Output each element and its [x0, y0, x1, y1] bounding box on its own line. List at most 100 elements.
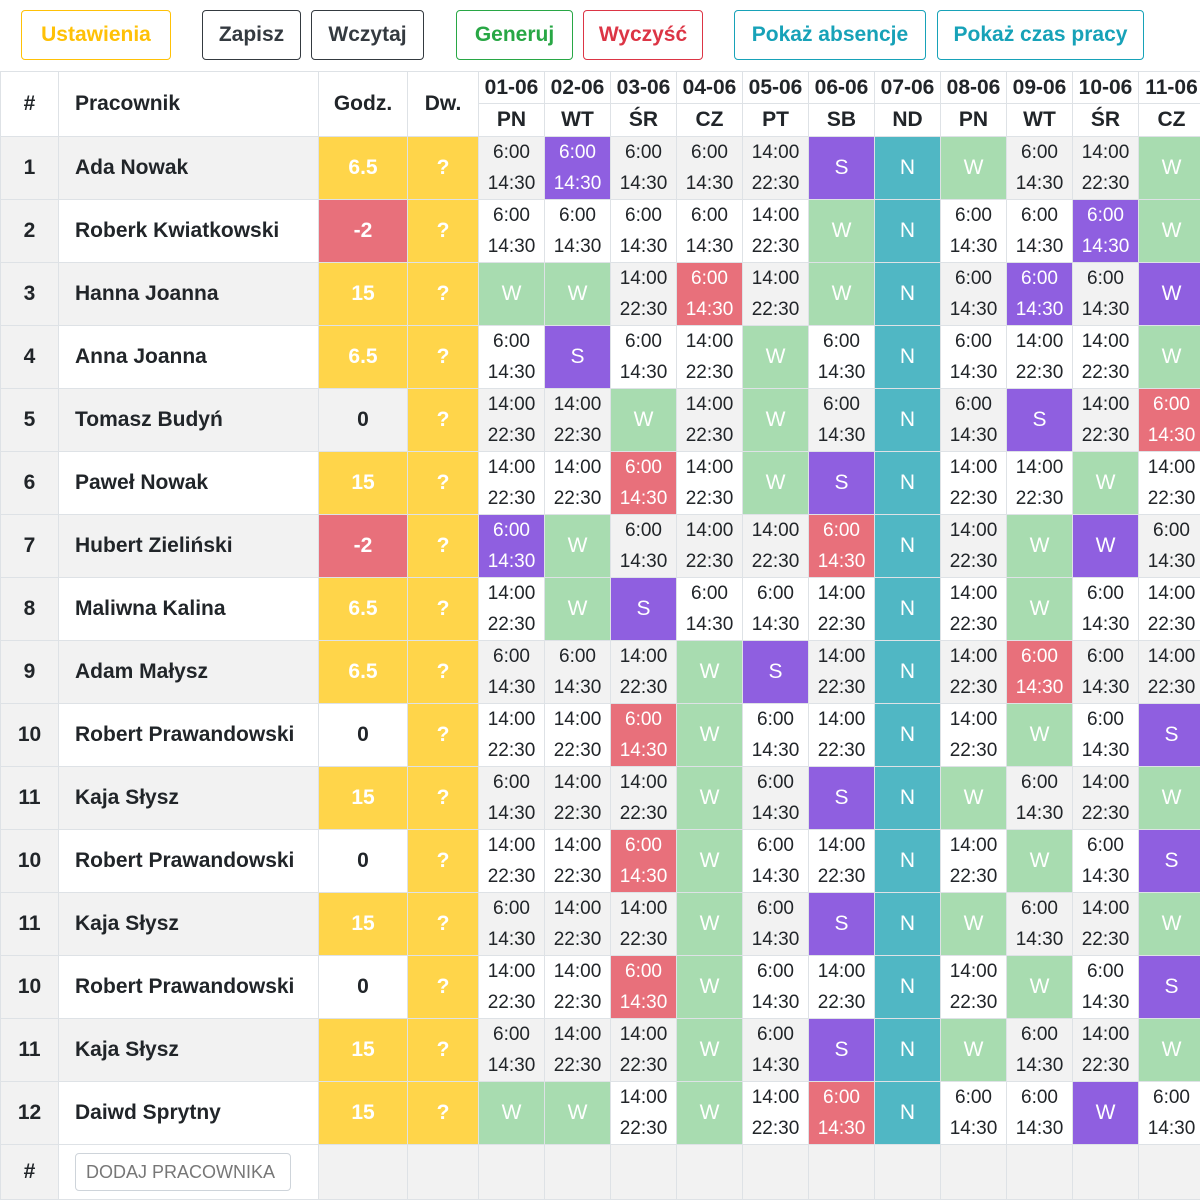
- shift-cell[interactable]: 6:00 14:30: [1006, 1081, 1073, 1145]
- day-off-cell[interactable]: W: [676, 1018, 743, 1082]
- shift-cell[interactable]: 6:00 14:30: [808, 1081, 875, 1145]
- dw-value[interactable]: ?: [407, 514, 479, 578]
- shift-cell[interactable]: 6:00 14:30: [676, 262, 743, 326]
- shift-cell[interactable]: 14:00 22:30: [940, 451, 1007, 515]
- shift-cell[interactable]: 14:00 22:30: [940, 640, 1007, 704]
- employee-name[interactable]: Kaja Słysz: [58, 892, 319, 956]
- day-off-cell[interactable]: W: [1138, 199, 1200, 263]
- load-button[interactable]: Wczytaj: [311, 10, 424, 60]
- shift-cell[interactable]: 14:00 22:30: [808, 955, 875, 1019]
- shift-cell[interactable]: 14:00 22:30: [940, 955, 1007, 1019]
- saturday-cell[interactable]: S: [808, 1018, 875, 1082]
- dw-value[interactable]: ?: [407, 892, 479, 956]
- employee-name[interactable]: Roberk Kwiatkowski: [58, 199, 319, 263]
- shift-cell[interactable]: 14:00 22:30: [610, 1018, 677, 1082]
- dw-value[interactable]: ?: [407, 577, 479, 641]
- saturday-cell[interactable]: S: [1138, 703, 1200, 767]
- shift-cell[interactable]: 14:00 22:30: [676, 325, 743, 389]
- shift-cell[interactable]: 6:00 14:30: [1006, 262, 1073, 326]
- day-off-cell[interactable]: W: [544, 577, 611, 641]
- shift-cell[interactable]: 14:00 22:30: [1072, 325, 1139, 389]
- saturday-cell[interactable]: S: [1006, 388, 1073, 452]
- shift-cell[interactable]: 6:00 14:30: [478, 136, 545, 200]
- shift-cell[interactable]: 14:00 22:30: [544, 451, 611, 515]
- shift-cell[interactable]: 14:00 22:30: [808, 640, 875, 704]
- shift-cell[interactable]: 14:00 22:30: [742, 1081, 809, 1145]
- saturday-cell[interactable]: S: [1138, 955, 1200, 1019]
- saturday-cell[interactable]: S: [742, 640, 809, 704]
- shift-cell[interactable]: 6:00 14:30: [610, 199, 677, 263]
- day-off-cell[interactable]: W: [676, 640, 743, 704]
- saturday-cell[interactable]: S: [808, 136, 875, 200]
- shift-cell[interactable]: 6:00 14:30: [1072, 577, 1139, 641]
- shift-cell[interactable]: 14:00 22:30: [676, 451, 743, 515]
- day-off-cell[interactable]: W: [676, 1081, 743, 1145]
- shift-cell[interactable]: 14:00 22:30: [1072, 388, 1139, 452]
- clear-button[interactable]: Wyczyść: [583, 10, 703, 60]
- dw-value[interactable]: ?: [407, 703, 479, 767]
- shift-cell[interactable]: 6:00 14:30: [544, 199, 611, 263]
- shift-cell[interactable]: 6:00 14:30: [610, 136, 677, 200]
- shift-cell[interactable]: 14:00 22:30: [808, 577, 875, 641]
- employee-name[interactable]: Ada Nowak: [58, 136, 319, 200]
- shift-cell[interactable]: 14:00 22:30: [544, 892, 611, 956]
- shift-cell[interactable]: 14:00 22:30: [742, 514, 809, 578]
- employee-name[interactable]: Adam Małysz: [58, 640, 319, 704]
- shift-cell[interactable]: 14:00 22:30: [676, 388, 743, 452]
- dw-value[interactable]: ?: [407, 388, 479, 452]
- shift-cell[interactable]: 6:00 14:30: [742, 955, 809, 1019]
- employee-name[interactable]: Hanna Joanna: [58, 262, 319, 326]
- saturday-cell[interactable]: S: [610, 577, 677, 641]
- shift-cell[interactable]: 14:00 22:30: [676, 514, 743, 578]
- shift-cell[interactable]: 14:00 22:30: [478, 955, 545, 1019]
- shift-cell[interactable]: 6:00 14:30: [676, 199, 743, 263]
- shift-cell[interactable]: 6:00 14:30: [610, 829, 677, 893]
- dw-value[interactable]: ?: [407, 451, 479, 515]
- dw-value[interactable]: ?: [407, 1081, 479, 1145]
- saturday-cell[interactable]: S: [808, 892, 875, 956]
- day-off-cell[interactable]: W: [676, 829, 743, 893]
- dw-value[interactable]: ?: [407, 262, 479, 326]
- dw-value[interactable]: ?: [407, 199, 479, 263]
- shift-cell[interactable]: 6:00 14:30: [808, 388, 875, 452]
- shift-cell[interactable]: 14:00 22:30: [808, 829, 875, 893]
- shift-cell[interactable]: 14:00 22:30: [610, 892, 677, 956]
- save-button[interactable]: Zapisz: [202, 10, 301, 60]
- employee-name[interactable]: Paweł Nowak: [58, 451, 319, 515]
- day-off-cell[interactable]: W: [610, 388, 677, 452]
- shift-cell[interactable]: 6:00 14:30: [1006, 892, 1073, 956]
- shift-cell[interactable]: 6:00 14:30: [478, 640, 545, 704]
- sunday-cell[interactable]: N: [874, 262, 941, 326]
- shift-cell[interactable]: 6:00 14:30: [610, 955, 677, 1019]
- shift-cell[interactable]: 6:00 14:30: [1072, 199, 1139, 263]
- day-off-cell[interactable]: W: [808, 262, 875, 326]
- shift-cell[interactable]: 6:00 14:30: [940, 262, 1007, 326]
- day-off-cell[interactable]: W: [1138, 892, 1200, 956]
- shift-cell[interactable]: 6:00 14:30: [1006, 136, 1073, 200]
- day-off-cell[interactable]: W: [544, 262, 611, 326]
- shift-cell[interactable]: 14:00 22:30: [544, 388, 611, 452]
- day-off-cell[interactable]: W: [940, 1018, 1007, 1082]
- sunday-cell[interactable]: N: [874, 577, 941, 641]
- day-off-cell[interactable]: W: [742, 451, 809, 515]
- day-off-cell[interactable]: W: [808, 199, 875, 263]
- shift-cell[interactable]: 6:00 14:30: [742, 892, 809, 956]
- employee-name[interactable]: Kaja Słysz: [58, 766, 319, 830]
- shift-cell[interactable]: 6:00 14:30: [742, 829, 809, 893]
- sunday-cell[interactable]: N: [874, 388, 941, 452]
- day-off-cell[interactable]: W: [1006, 955, 1073, 1019]
- header-hours[interactable]: Godz.: [318, 71, 408, 137]
- day-off-cell[interactable]: W: [742, 325, 809, 389]
- shift-cell[interactable]: 14:00 22:30: [940, 829, 1007, 893]
- shift-cell[interactable]: 6:00 14:30: [1072, 640, 1139, 704]
- shift-cell[interactable]: 6:00 14:30: [940, 199, 1007, 263]
- day-off-cell[interactable]: W: [940, 766, 1007, 830]
- shift-cell[interactable]: 6:00 14:30: [1072, 955, 1139, 1019]
- shift-cell[interactable]: 14:00 22:30: [478, 451, 545, 515]
- shift-cell[interactable]: 6:00 14:30: [1072, 829, 1139, 893]
- shift-cell[interactable]: 14:00 22:30: [1138, 451, 1200, 515]
- sunday-cell[interactable]: N: [874, 640, 941, 704]
- sunday-cell[interactable]: N: [874, 829, 941, 893]
- show-absence-button[interactable]: Pokaż absencje: [734, 10, 926, 60]
- dw-value[interactable]: ?: [407, 1018, 479, 1082]
